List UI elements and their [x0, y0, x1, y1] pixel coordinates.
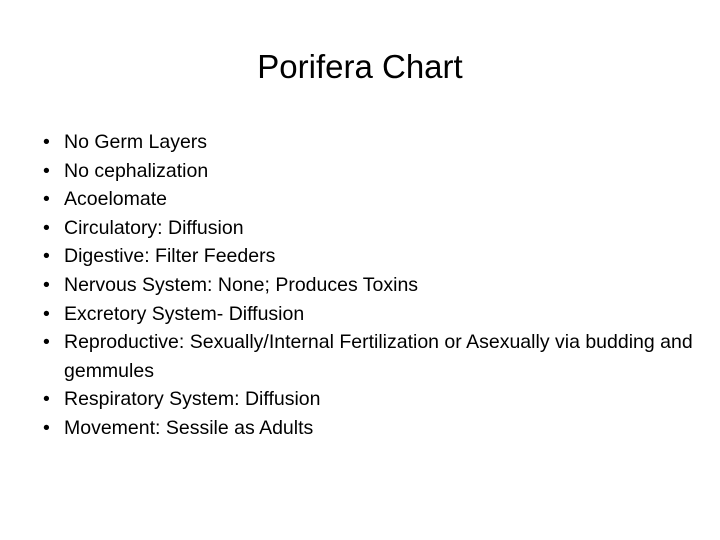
slide-canvas: Porifera Chart • No Germ Layers • No cep… — [0, 0, 720, 540]
bullet-icon: • — [43, 188, 50, 211]
list-item[interactable]: • Acoelomate — [36, 185, 696, 214]
list-item[interactable]: • Digestive: Filter Feeders — [36, 242, 696, 271]
bullet-list: • No Germ Layers • No cephalization • Ac… — [36, 128, 696, 443]
list-item-label: Reproductive: Sexually/Internal Fertiliz… — [64, 331, 693, 382]
bullet-icon: • — [43, 388, 50, 411]
bullet-icon: • — [43, 245, 50, 268]
list-item-label: Excretory System- Diffusion — [64, 302, 305, 325]
list-item[interactable]: • Respiratory System: Diffusion — [36, 385, 696, 414]
list-item[interactable]: • Excretory System- Diffusion — [36, 300, 696, 329]
list-item[interactable]: • No cephalization — [36, 157, 696, 186]
list-item-label: Acoelomate — [64, 188, 167, 211]
list-item[interactable]: • Circulatory: Diffusion — [36, 214, 696, 243]
list-item[interactable]: • Reproductive: Sexually/Internal Fertil… — [36, 328, 696, 385]
bullet-icon: • — [43, 331, 50, 354]
list-item[interactable]: • Movement: Sessile as Adults — [36, 414, 696, 443]
bullet-icon: • — [43, 416, 50, 439]
bullet-icon: • — [43, 273, 50, 296]
list-item-label: Movement: Sessile as Adults — [64, 416, 314, 439]
bullet-icon: • — [43, 216, 50, 239]
list-item-label: Circulatory: Diffusion — [64, 216, 244, 239]
bullet-icon: • — [43, 302, 50, 325]
list-item-label: Respiratory System: Diffusion — [64, 388, 321, 411]
list-item-label: Digestive: Filter Feeders — [64, 245, 276, 268]
list-item[interactable]: • No Germ Layers — [36, 128, 696, 157]
list-item-label: No cephalization — [64, 159, 209, 182]
list-item-label: No Germ Layers — [64, 131, 208, 153]
list-item-label: Nervous System: None; Produces Toxins — [64, 273, 419, 296]
page-title: Porifera Chart — [257, 48, 463, 85]
bullet-icon: • — [43, 159, 50, 182]
bullet-icon: • — [43, 131, 50, 153]
list-item[interactable]: • Nervous System: None; Produces Toxins — [36, 271, 696, 300]
